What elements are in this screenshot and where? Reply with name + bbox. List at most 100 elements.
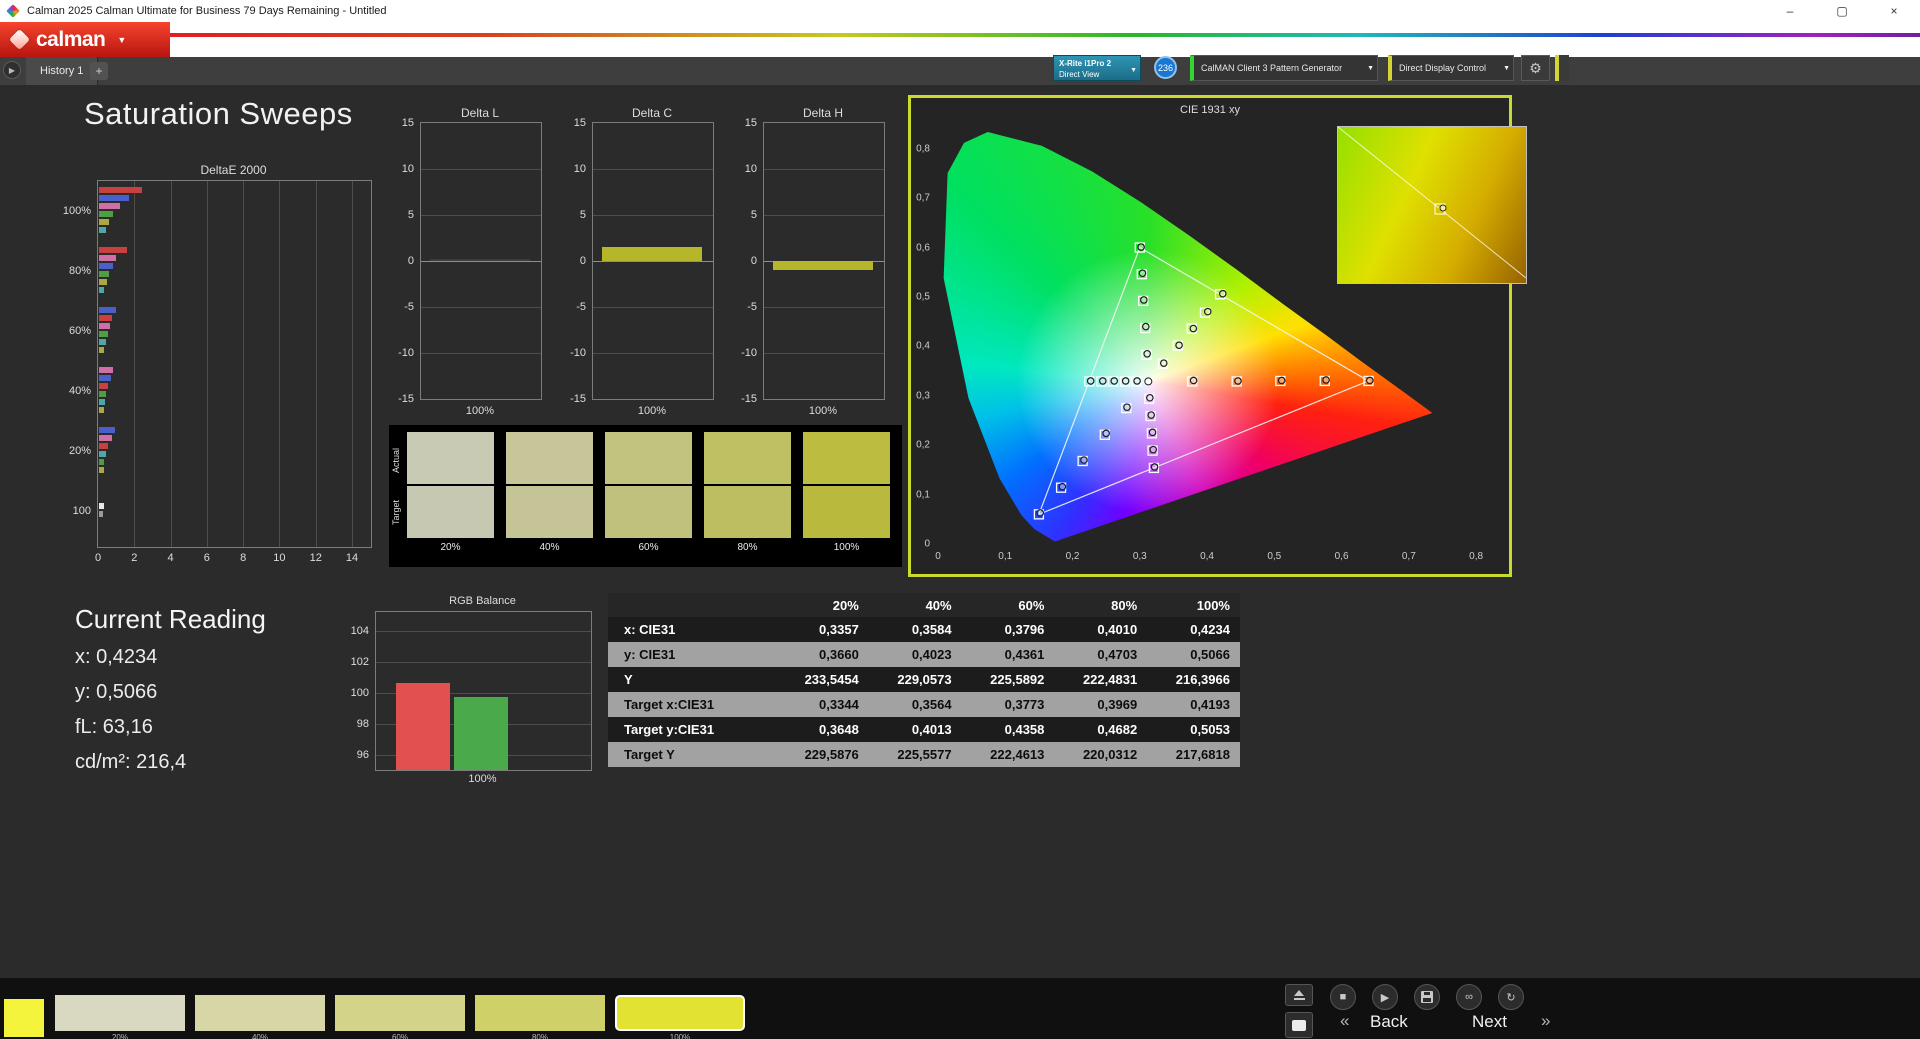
cie-x-tick: 0,8 (1469, 551, 1484, 562)
display-window-button[interactable] (1285, 1012, 1313, 1038)
back-chevron-icon[interactable]: « (1340, 1011, 1349, 1031)
cie-x-tick: 0,1 (998, 551, 1013, 562)
cie-measured-marker-blue (1080, 456, 1088, 464)
back-button[interactable]: Back (1370, 1012, 1408, 1032)
table-cell: 0,3564 (911, 697, 952, 712)
table-header-cell: 40% (925, 597, 952, 613)
pattern-swatch[interactable] (335, 995, 465, 1031)
swatch-compare-panel: Actual Target 20% 40% 60% 80% 100% (389, 425, 902, 567)
mini-y-label: -10 (570, 347, 586, 359)
deltae-x-tick: 14 (345, 552, 359, 564)
deltae-bar (99, 367, 113, 373)
table-header-cell: 60% (1018, 597, 1045, 613)
table-row-label: Y (624, 672, 633, 687)
pattern-generator-dropdown[interactable]: CalMAN Client 3 Pattern Generator ▼ (1190, 55, 1378, 81)
maximize-button[interactable]: ▢ (1816, 0, 1868, 22)
pattern-swatch[interactable] (615, 995, 745, 1031)
mini-y-label: 5 (750, 209, 757, 221)
cie-x-tick: 0 (935, 551, 941, 562)
save-button[interactable] (1414, 984, 1440, 1010)
refresh-button[interactable]: ↻ (1498, 984, 1524, 1010)
delta-l-plot: 15 10 5 0 -5 -10 -15 (398, 117, 542, 405)
partial-edge-control[interactable] (1555, 55, 1569, 81)
pattern-swatch[interactable] (475, 995, 605, 1031)
mini-y-label: 10 (744, 163, 757, 175)
deltae-bar (99, 427, 116, 433)
meter-status-badge[interactable]: 236 (1154, 56, 1177, 79)
disk-icon (1421, 991, 1433, 1003)
deltae-bar (99, 339, 107, 345)
target-swatch (803, 486, 890, 538)
mini-gridline (593, 307, 713, 308)
pattern-swatch[interactable] (195, 995, 325, 1031)
cie-measured-marker-magenta (1148, 428, 1157, 437)
cie-chart-panel: CIE 1931 xy 0 0,1 0,2 0,3 0,4 0,5 0,6 0,7 0,8 0 0,… (908, 95, 1527, 577)
cie-measured-marker-magenta (1147, 411, 1156, 419)
deltae-x-tick: 0 (94, 552, 102, 564)
table-cell: 220,0312 (1082, 747, 1138, 762)
tab-history-1[interactable]: History 1 (26, 57, 99, 85)
tab-scroll-button[interactable]: ▶ (3, 61, 21, 79)
actual-swatch (704, 432, 791, 484)
calman-menu-button[interactable]: calman ▼ (0, 22, 170, 57)
cie-x-tick: 0,6 (1334, 551, 1349, 562)
rgb-balance-chart: 104 102 100 98 96 (351, 611, 592, 771)
deltae-bar (99, 195, 129, 201)
rgb-bar-red (396, 683, 450, 770)
table-cell: 225,5892 (990, 672, 1045, 687)
table-cell: 0,3773 (1004, 697, 1045, 712)
cie-measured-marker-red (1366, 376, 1374, 385)
deltae-bar (99, 435, 112, 441)
stop-button[interactable]: ■ (1330, 984, 1356, 1010)
eject-button[interactable] (1285, 984, 1313, 1006)
mini-y-label: -5 (747, 301, 757, 313)
close-button[interactable]: × (1868, 0, 1920, 22)
display-control-dropdown[interactable]: Direct Display Control ▼ (1388, 55, 1514, 81)
deltae-gridline (352, 181, 353, 547)
table-cell: 0,4703 (1097, 647, 1138, 662)
deltae-bar (99, 227, 107, 233)
deltae-gridline (170, 181, 172, 547)
table-cell: 0,3584 (911, 622, 952, 637)
cie-measured-marker-blue (1123, 403, 1131, 411)
table-row: Y 233,5454 229,0573 225,5892 222,4831 216,396… (608, 667, 1240, 692)
cie-measured-marker-yellow (1203, 307, 1212, 316)
link-button[interactable]: ∞ (1456, 984, 1482, 1010)
mini-gridline (764, 353, 884, 354)
eject-icon-bar (1293, 998, 1305, 1000)
cie-measured-marker-cyan (1110, 377, 1119, 385)
display-window-icon (1292, 1019, 1306, 1031)
next-chevron-icon[interactable]: » (1541, 1011, 1550, 1031)
table-row-label: y: CIE31 (624, 647, 676, 662)
add-tab-button[interactable]: + (90, 62, 108, 80)
window-title: Calman 2025 Calman Ultimate for Business… (27, 5, 387, 17)
delta-l-title: Delta L (460, 106, 500, 120)
deltae-y-label: 60% (68, 325, 91, 337)
delta-h-title: Delta H (802, 106, 843, 120)
pattern-swatch[interactable] (55, 995, 185, 1031)
table-cell: 0,3969 (1097, 697, 1138, 712)
settings-button[interactable]: ⚙ (1521, 55, 1550, 81)
deltae-x-tick: 4 (167, 552, 174, 564)
table-cell: 217,6818 (1175, 747, 1230, 762)
swatch-step-label: 40% (539, 542, 560, 553)
table-cell: 0,4358 (1004, 722, 1045, 737)
cie-y-tick: 0,5 (916, 291, 930, 303)
play-button[interactable]: ▶ (1372, 984, 1398, 1010)
deltae-y-label: 20% (68, 445, 91, 457)
delta-h-x-label: 100% (808, 405, 838, 417)
table-cell: 0,4682 (1097, 722, 1138, 737)
mini-y-label: 0 (750, 255, 757, 267)
mini-gridline (764, 215, 884, 216)
actual-swatch (605, 432, 692, 484)
cie-measured-marker-green (1137, 243, 1145, 251)
minimize-button[interactable]: – (1764, 0, 1816, 22)
next-button[interactable]: Next (1472, 1012, 1507, 1032)
cie-measured-marker-red (1322, 376, 1330, 384)
cie-measured-marker-green (1138, 269, 1147, 278)
mini-gridline (421, 353, 541, 354)
cie-y-tick: 0,3 (916, 390, 930, 402)
rgb-gridline (376, 661, 591, 663)
meter-dropdown[interactable]: X-Rite i1Pro 2 Direct View ▼ (1053, 55, 1141, 81)
mini-bar-value (773, 261, 873, 271)
